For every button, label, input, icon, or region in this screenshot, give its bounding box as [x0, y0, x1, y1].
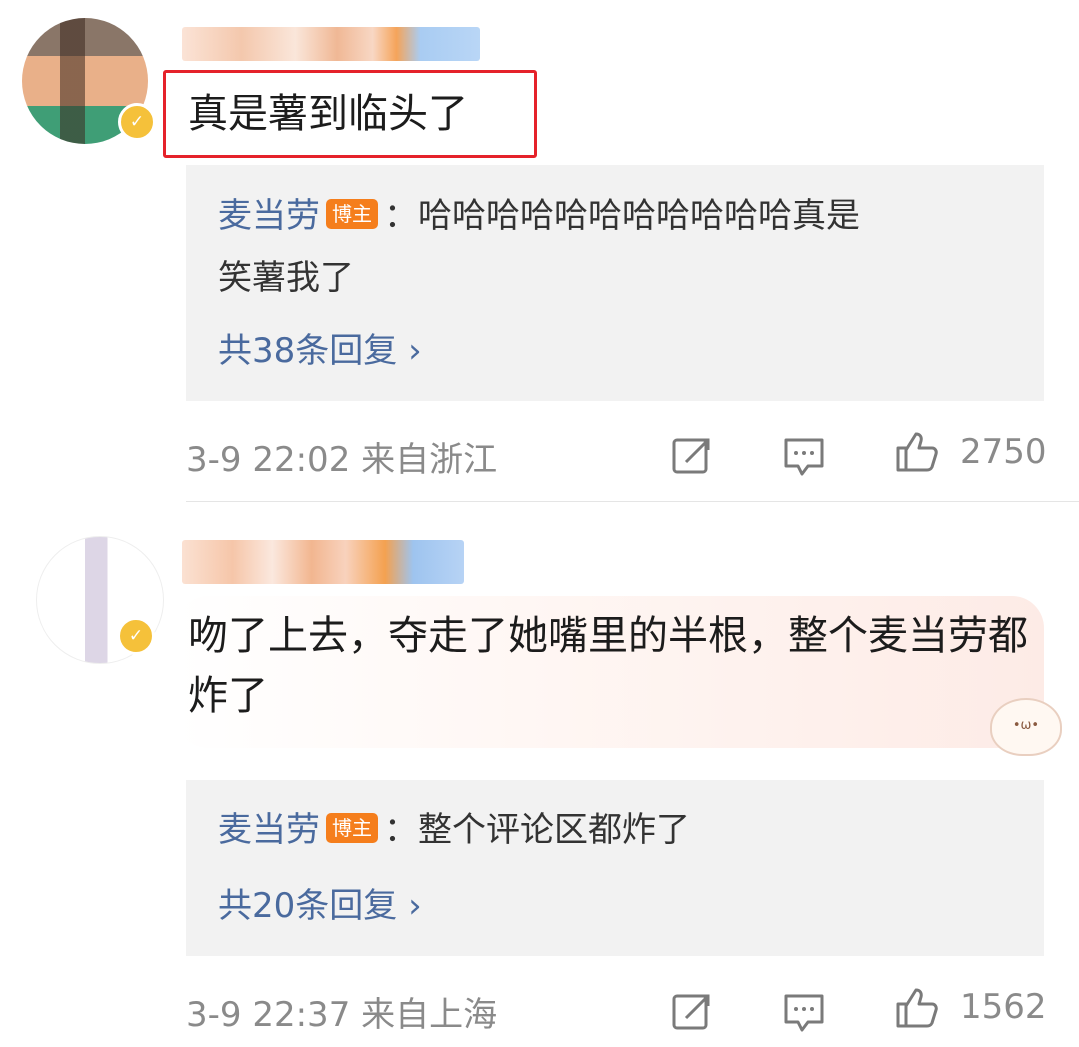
more-replies-link[interactable]: 共20条回复 › [218, 878, 422, 927]
reply-line: 麦当劳 博主 ：整个评论区都炸了 [218, 800, 690, 860]
reply-text: ：哈哈哈哈哈哈哈哈哈哈哈真是 [384, 196, 860, 236]
like-icon[interactable] [892, 984, 940, 1032]
username-blurred[interactable] [182, 540, 464, 584]
comment-icon[interactable] [780, 432, 828, 480]
comment-icon[interactable] [780, 988, 828, 1036]
vip-badge-icon: ✓ [117, 617, 155, 655]
sticker-icon: •ω• [990, 698, 1062, 756]
blogger-badge: 博主 [326, 199, 378, 229]
reply-text: ：整个评论区都炸了 [384, 810, 690, 850]
blogger-badge: 博主 [326, 813, 378, 843]
share-icon[interactable] [668, 988, 716, 1036]
comment-text: 吻了上去，夺走了她嘴里的半根，整个麦当劳都炸了 [188, 613, 1028, 719]
like-count: 1562 [960, 987, 1047, 1027]
comment-text: 真是薯到临头了 [188, 91, 468, 137]
like-icon[interactable] [892, 428, 940, 476]
reply-text-continued: 笑薯我了 [218, 258, 354, 298]
vip-badge-icon: ✓ [118, 103, 156, 141]
reply-author[interactable]: 麦当劳 [218, 810, 320, 850]
divider [186, 501, 1079, 502]
comment-meta: 3-9 22:37 来自上海 [186, 995, 498, 1035]
like-count: 2750 [960, 432, 1047, 472]
more-replies-link[interactable]: 共38条回复 › [218, 323, 422, 372]
username-blurred[interactable] [182, 27, 480, 61]
share-icon[interactable] [668, 432, 716, 480]
comment-meta: 3-9 22:02 来自浙江 [186, 440, 498, 480]
reply-line: 麦当劳 博主 ：哈哈哈哈哈哈哈哈哈哈哈真是 [218, 186, 860, 246]
reply-author[interactable]: 麦当劳 [218, 196, 320, 236]
